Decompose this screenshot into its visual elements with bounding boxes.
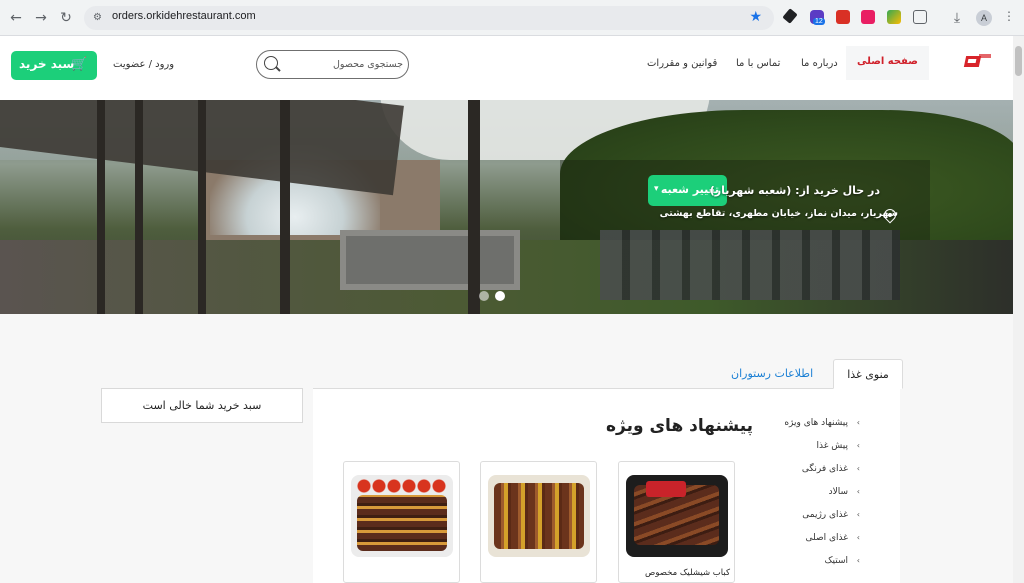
slider-dot[interactable] xyxy=(479,291,489,301)
browser-menu-icon[interactable]: ⋮ xyxy=(1003,9,1015,23)
chevron-left-icon: ‹ xyxy=(856,418,860,427)
restaurant-logo[interactable] xyxy=(963,54,991,70)
hero-pillar xyxy=(280,100,290,314)
pdf-extension-icon[interactable] xyxy=(836,10,850,24)
url-text[interactable]: orders.orkidehrestaurant.com xyxy=(112,10,256,22)
chevron-left-icon: ‹ xyxy=(856,510,860,519)
section-title: پیشنهاد های ویژه xyxy=(606,416,754,436)
scrollbar-thumb[interactable] xyxy=(1015,46,1022,76)
category-label: غذای فرنگی xyxy=(801,464,848,474)
page-scrollbar[interactable] xyxy=(1013,36,1024,583)
cart-button-label: سبد خرید xyxy=(19,57,75,71)
extensions-puzzle-icon[interactable] xyxy=(913,10,927,24)
search-input[interactable] xyxy=(283,55,403,74)
chevron-left-icon: ‹ xyxy=(856,464,860,473)
category-item[interactable]: ‹ غذای فرنگی xyxy=(760,464,860,487)
product-card[interactable]: کباب شیشلیک مخصوص xyxy=(618,461,735,583)
category-list: ‹ پیشنهاد های ویژه ‹ پیش غذا ‹ غذای فرنگی ‹… xyxy=(760,418,860,579)
category-label: غذای اصلی xyxy=(805,533,848,543)
cart-button[interactable]: 🛒 سبد خرید xyxy=(11,51,97,80)
hero-pool xyxy=(340,230,520,290)
category-item[interactable]: ‹ پیشنهاد های ویژه xyxy=(760,418,860,441)
category-item[interactable]: ‹ سالاد xyxy=(760,487,860,510)
downloads-icon[interactable]: ⤓ xyxy=(947,8,967,28)
slider-dot-active[interactable] xyxy=(495,291,505,301)
category-label: پیش غذا xyxy=(816,441,849,451)
hero-chairs xyxy=(600,230,900,300)
back-arrow-icon[interactable]: ← xyxy=(6,8,26,28)
hero-pillar xyxy=(198,100,206,314)
chevron-left-icon: ‹ xyxy=(856,441,860,450)
category-label: استیک xyxy=(824,556,848,566)
extension-color-icon[interactable] xyxy=(887,10,901,24)
chevron-left-icon: ‹ xyxy=(856,487,860,496)
hero-pillar xyxy=(97,100,105,314)
menu-item-about[interactable]: درباره ما xyxy=(801,58,838,69)
hero-pillar xyxy=(468,100,480,314)
category-item[interactable]: ‹ غذای رژیمی xyxy=(760,510,860,533)
extension-badge: 12 xyxy=(813,18,825,25)
product-name: کباب شیشلیک مخصوص xyxy=(645,568,730,578)
chevron-left-icon: ‹ xyxy=(856,556,860,565)
branch-info: ▾ تغییر شعبه در حال خرید از: (شعبه شهریا… xyxy=(648,175,898,235)
category-label: سالاد xyxy=(828,487,848,497)
forward-arrow-icon[interactable]: → xyxy=(31,8,51,28)
category-item[interactable]: ‹ غذای اصلی xyxy=(760,533,860,556)
category-label: غذای رژیمی xyxy=(802,510,848,520)
category-item[interactable]: ‹ پیش غذا xyxy=(760,441,861,464)
category-item[interactable]: ‹ استیک xyxy=(760,556,860,579)
browser-toolbar: ← → ↻ ⚙ orders.orkidehrestaurant.com ★ 1… xyxy=(0,0,1024,36)
product-image xyxy=(488,475,590,557)
search-box[interactable] xyxy=(256,50,409,79)
site-info-icon[interactable]: ⚙ xyxy=(93,11,107,25)
logo-mark-inner xyxy=(967,59,977,63)
tab-restaurant-info[interactable]: اطلاعات رستوران xyxy=(731,359,831,389)
search-icon[interactable] xyxy=(264,56,278,70)
site-header: 🛒 سبد خرید ورود / عضویت قوانین و مقررات … xyxy=(0,36,1013,100)
menu-item-rules[interactable]: قوانین و مقررات xyxy=(647,58,717,69)
chevron-left-icon: ‹ xyxy=(856,533,860,542)
product-card[interactable] xyxy=(480,461,597,583)
category-label: پیشنهاد های ویژه xyxy=(784,418,848,428)
tab-food-menu[interactable]: منوی غذا xyxy=(833,359,903,389)
chevron-down-icon: ▾ xyxy=(654,184,659,194)
product-image xyxy=(626,475,728,557)
download-extension-icon[interactable] xyxy=(861,10,875,24)
pin-dot xyxy=(888,213,892,217)
reload-icon[interactable]: ↻ xyxy=(56,8,76,28)
product-image xyxy=(351,475,453,557)
login-register-link[interactable]: ورود / عضویت xyxy=(113,59,174,70)
branch-address: شهریار، میدان نماز، خیابان مطهری، تقاطع … xyxy=(659,208,898,219)
profile-avatar[interactable]: A xyxy=(976,10,992,26)
logo-wordmark xyxy=(979,54,991,58)
bookmark-star-icon[interactable]: ★ xyxy=(749,9,762,25)
menu-item-contact[interactable]: تماس با ما xyxy=(736,58,780,69)
extension-purple-icon[interactable]: 12 xyxy=(810,10,825,25)
address-bar[interactable]: ⚙ orders.orkidehrestaurant.com ★ xyxy=(84,6,774,30)
menu-item-home[interactable]: صفحه اصلی xyxy=(846,46,929,80)
hero-pillar xyxy=(135,100,143,314)
current-branch-text: در حال خرید از: (شعبه شهریار) xyxy=(709,184,880,197)
location-pin-icon xyxy=(881,206,899,225)
eyedropper-icon[interactable] xyxy=(782,8,798,24)
empty-cart-box: سبد خرید شما خالی است xyxy=(101,388,303,423)
product-card[interactable] xyxy=(343,461,460,583)
